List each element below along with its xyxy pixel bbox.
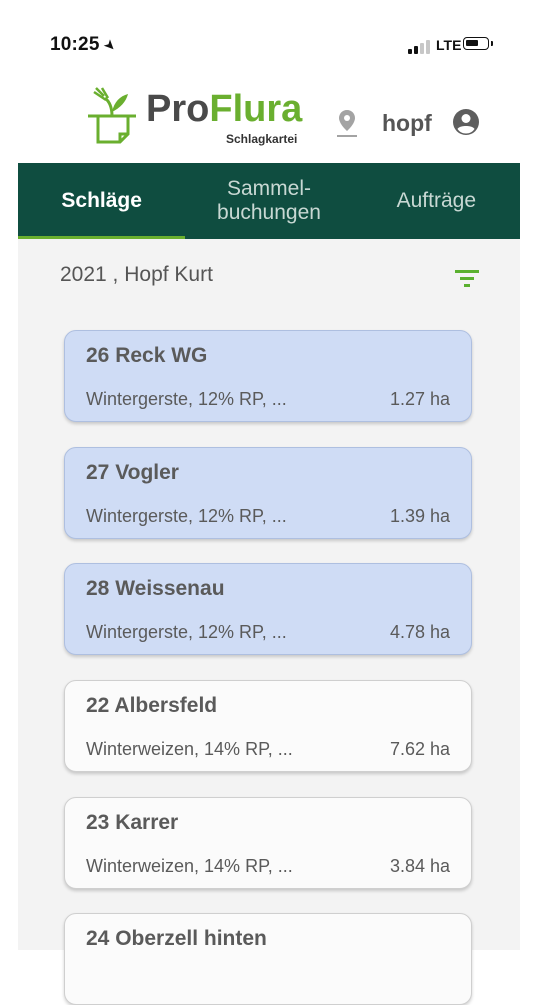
location-arrow-icon: ➤ [100, 35, 120, 56]
app-header: ProFlura Schlagkartei hopf [0, 70, 534, 163]
field-area: 7.62 ha [389, 739, 450, 759]
field-area: 1.39 ha [389, 506, 450, 526]
field-name: 22 Albersfeld [86, 694, 218, 717]
network-type: LTE [436, 37, 462, 53]
field-card[interactable]: 27 Vogler Wintergerste, 12% RP, ... 1.39… [64, 447, 472, 539]
field-card[interactable]: 23 Karrer Winterweizen, 14% RP, ... 3.84… [64, 797, 472, 889]
status-bar: 10:25➤ LTE [0, 0, 534, 70]
field-crop: Wintergerste, 12% RP, ... [86, 622, 287, 642]
field-area: 1.27 ha [389, 389, 450, 409]
field-crop: Wintergerste, 12% RP, ... [86, 506, 287, 526]
tab-auftraege[interactable]: Aufträge [353, 163, 520, 239]
field-crop: Wintergerste, 12% RP, ... [86, 389, 287, 409]
field-name: 27 Vogler [86, 461, 179, 484]
map-pin-icon[interactable] [335, 108, 359, 138]
field-card[interactable]: 24 Oberzell hinten [64, 913, 472, 1005]
signal-icon [408, 38, 430, 54]
battery-icon [463, 37, 493, 50]
tab-schlaege[interactable]: Schläge [18, 163, 186, 239]
status-time: 10:25➤ [50, 34, 120, 56]
field-area: 3.84 ha [389, 856, 450, 876]
username: hopf [382, 110, 432, 136]
tab-bar: Schläge Sammel- buchungen Aufträge [18, 163, 520, 239]
field-name: 26 Reck WG [86, 344, 208, 367]
filter-icon[interactable] [454, 267, 480, 289]
logo-icon [88, 87, 136, 144]
filter-row: 2021 , Hopf Kurt [60, 263, 480, 293]
brand-subtitle: Schlagkartei [226, 132, 298, 146]
field-name: 23 Karrer [86, 811, 179, 834]
field-crop: Winterweizen, 14% RP, ... [86, 856, 293, 876]
filter-summary: 2021 , Hopf Kurt [60, 263, 213, 286]
field-name: 24 Oberzell hinten [86, 927, 267, 950]
tab-sammelbuchungen[interactable]: Sammel- buchungen [185, 163, 352, 239]
brand-name: ProFlura [146, 88, 303, 130]
field-name: 28 Weissenau [86, 577, 225, 600]
field-list-area: 2021 , Hopf Kurt 26 Reck WG Wintergerste… [18, 239, 520, 1005]
field-card[interactable]: 28 Weissenau Wintergerste, 12% RP, ... 4… [64, 563, 472, 655]
field-card[interactable]: 26 Reck WG Wintergerste, 12% RP, ... 1.2… [64, 330, 472, 422]
field-card[interactable]: 22 Albersfeld Winterweizen, 14% RP, ... … [64, 680, 472, 772]
account-circle-icon[interactable] [452, 108, 480, 136]
field-crop: Winterweizen, 14% RP, ... [86, 739, 293, 759]
field-area: 4.78 ha [389, 622, 450, 642]
